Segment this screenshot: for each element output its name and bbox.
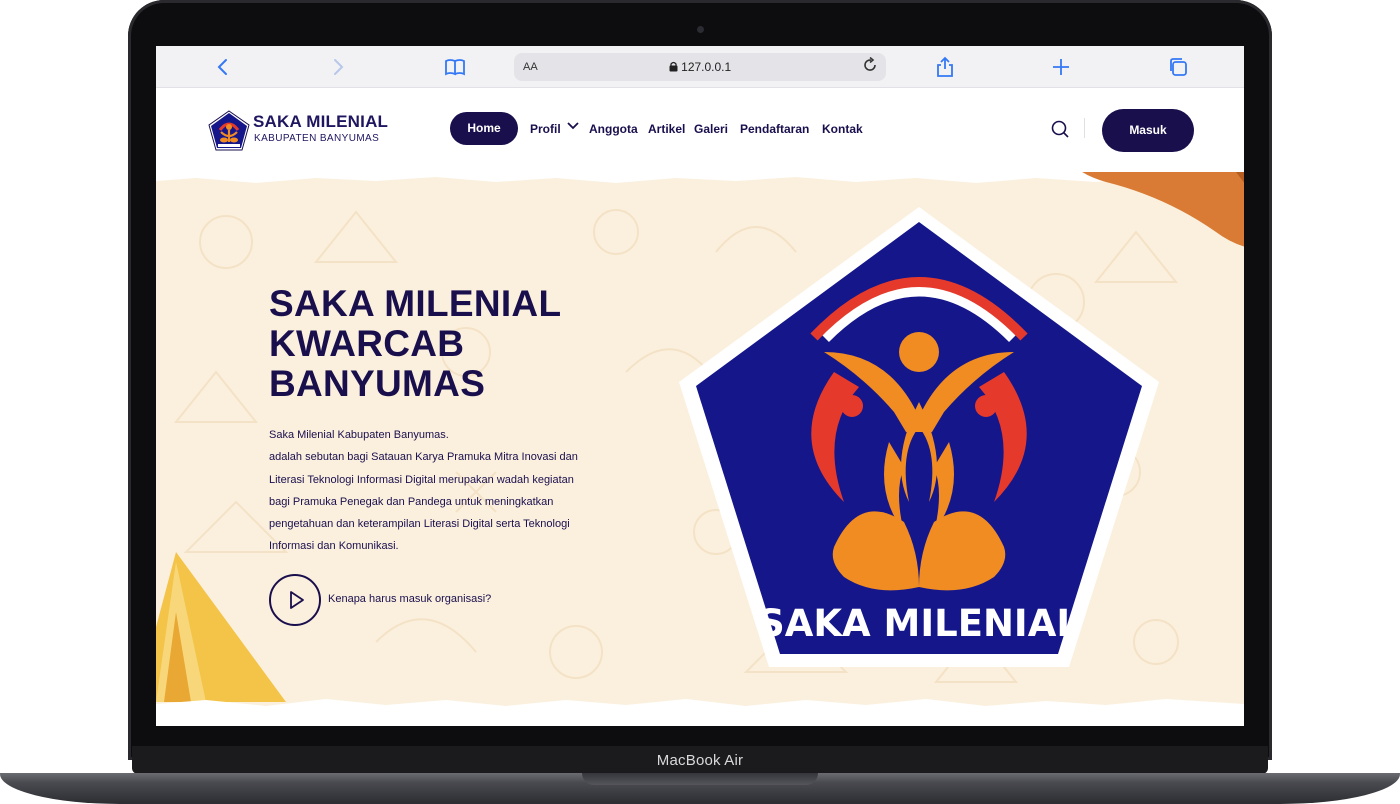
- nav-pendaftaran[interactable]: Pendaftaran: [740, 122, 809, 136]
- login-button[interactable]: Masuk: [1102, 109, 1194, 152]
- chevron-down-icon[interactable]: [567, 119, 579, 131]
- play-video-button[interactable]: [269, 574, 321, 626]
- forward-icon[interactable]: [327, 56, 349, 78]
- hero-description-line: Literasi Teknologi Informasi Digital mer…: [269, 473, 574, 486]
- emblem-text: SAKA MILENIAL: [758, 602, 1080, 645]
- lock-icon: [669, 61, 678, 72]
- nav-home[interactable]: Home: [450, 112, 518, 145]
- tabs-icon[interactable]: [1167, 56, 1189, 78]
- hero-description-line: Saka Milenial Kabupaten Banyumas.: [269, 429, 449, 441]
- hero-section: SAKA MILENIAL KWARCAB BANYUMAS Saka Mile…: [156, 172, 1244, 726]
- brand-subtitle: KABUPATEN BANYUMAS: [254, 133, 380, 144]
- hero-description: Saka Milenial Kabupaten Banyumas. adalah…: [269, 424, 641, 558]
- hero-title-line: SAKA MILENIAL: [269, 283, 562, 324]
- nav-anggota[interactable]: Anggota: [589, 122, 638, 136]
- nav-kontak[interactable]: Kontak: [822, 122, 863, 136]
- browser-toolbar: AA 127.0.0.1: [156, 46, 1244, 88]
- hero-description-line: bagi Pramuka Penegak dan Pandega untuk m…: [269, 495, 554, 508]
- camera-icon: [697, 26, 704, 33]
- hero-title-line: BANYUMAS: [269, 363, 486, 404]
- brand-logo-icon[interactable]: [208, 110, 250, 152]
- back-icon[interactable]: [212, 56, 234, 78]
- nav-galeri[interactable]: Galeri: [694, 122, 728, 136]
- torn-edge-bottom: [156, 699, 1244, 726]
- device-label: MacBook Air: [656, 752, 744, 769]
- brand-title[interactable]: SAKA MILENIAL: [253, 112, 388, 132]
- laptop-notch: [582, 773, 818, 785]
- hero-description-line: Informasi dan Komunikasi.: [269, 540, 399, 553]
- url-display[interactable]: 127.0.0.1: [514, 60, 886, 74]
- play-icon: [290, 591, 304, 609]
- url-text: 127.0.0.1: [681, 60, 732, 74]
- browser-screen: AA 127.0.0.1 SAKA MILENIAL KABUPATEN BAN…: [156, 46, 1244, 726]
- search-icon[interactable]: [1049, 118, 1071, 140]
- plus-icon[interactable]: [1050, 56, 1072, 78]
- decorative-tent-shape: [156, 552, 286, 702]
- site-navbar: SAKA MILENIAL KABUPATEN BANYUMAS Home Pr…: [156, 88, 1244, 178]
- reload-icon[interactable]: [862, 56, 878, 78]
- hero-description-line: adalah sebutan bagi Satauan Karya Pramuk…: [269, 451, 578, 464]
- share-icon[interactable]: [934, 56, 956, 78]
- hero-title-line: KWARCAB: [269, 323, 465, 364]
- hero-description-line: pengetahuan dan keterampilan Literasi Di…: [269, 518, 570, 531]
- nav-artikel[interactable]: Artikel: [648, 122, 685, 136]
- saka-milenial-emblem: SAKA MILENIAL: [679, 207, 1159, 667]
- video-link[interactable]: Kenapa harus masuk organisasi?: [328, 593, 491, 605]
- nav-profil[interactable]: Profil: [530, 122, 561, 136]
- address-bar[interactable]: AA 127.0.0.1: [514, 53, 886, 81]
- hero-title: SAKA MILENIAL KWARCAB BANYUMAS: [269, 284, 669, 404]
- book-icon[interactable]: [444, 56, 466, 78]
- nav-divider: [1084, 118, 1085, 138]
